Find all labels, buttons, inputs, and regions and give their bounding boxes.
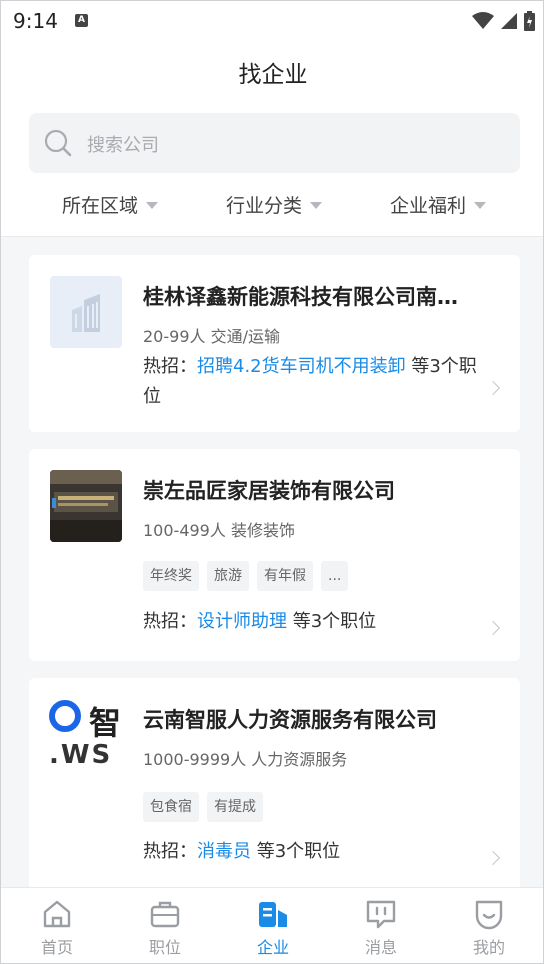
tab-companies[interactable]: 企业	[219, 888, 327, 963]
wifi-icon	[472, 12, 494, 29]
signal-icon	[501, 13, 517, 29]
hot-jobs-prefix: 热招：	[143, 356, 197, 377]
company-logo-letters: .WS	[49, 740, 113, 770]
tab-jobs[interactable]: 职位	[111, 888, 219, 963]
notification-a-icon: A	[75, 14, 88, 27]
hot-jobs: 热招：设计师助理 等3个职位	[143, 607, 493, 637]
company-icon	[259, 902, 287, 927]
home-icon	[43, 900, 71, 928]
company-logo	[50, 470, 122, 542]
company-name: 云南智服人力资源服务有限公司	[143, 708, 437, 732]
welfare-tag: 旅游	[207, 561, 249, 591]
battery-icon	[524, 11, 535, 31]
tab-companies-label: 企业	[256, 938, 289, 957]
hot-job-link[interactable]: 消毒员	[197, 841, 251, 862]
search-input[interactable]: 搜索公司	[29, 113, 520, 173]
profile-icon	[475, 900, 503, 930]
tab-profile-label: 我的	[472, 938, 505, 957]
company-logo-char: 智	[89, 704, 122, 742]
app-screen: 9:14 A 找企业 搜索公司 所在区域 行业分类 企业福利 桂林译鑫新能源科技…	[0, 0, 544, 964]
hot-jobs: 热招：招聘4.2货车司机不用装卸 等3个职位	[143, 352, 493, 412]
filter-industry[interactable]: 行业分类	[226, 191, 323, 218]
welfare-tag: 有年假	[257, 561, 313, 591]
caret-down-icon	[310, 202, 323, 209]
welfare-tags: 年终奖 旅游 有年假 ...	[143, 561, 349, 591]
divider	[1, 236, 543, 237]
status-icons	[472, 11, 535, 31]
hot-jobs: 热招：消毒员 等3个职位	[143, 837, 493, 867]
welfare-tag: 包食宿	[143, 792, 199, 822]
status-bar: 9:14 A	[1, 1, 543, 41]
company-name: 桂林译鑫新能源科技有限公司南…	[143, 285, 458, 309]
company-card[interactable]: 崇左品匠家居装饰有限公司 100-499人 装修装饰 年终奖 旅游 有年假 ..…	[29, 449, 520, 661]
company-card[interactable]: 智 .WS 云南智服人力资源服务有限公司 1000-9999人 人力资源服务 包…	[29, 678, 520, 893]
tab-home-label: 首页	[40, 938, 73, 957]
tab-profile[interactable]: 我的	[435, 888, 543, 963]
company-logo-image	[50, 470, 122, 542]
welfare-tag: 有提成	[207, 792, 263, 822]
bottom-tab-bar: 首页 职位 企业 消息 我的	[1, 887, 543, 963]
caret-down-icon	[146, 202, 159, 209]
tab-home[interactable]: 首页	[3, 888, 111, 963]
briefcase-icon	[150, 901, 180, 928]
hot-jobs-prefix: 热招：	[143, 611, 197, 632]
status-time: 9:14	[13, 9, 58, 33]
header: 找企业 搜索公司 所在区域 行业分类 企业福利	[1, 41, 543, 237]
filter-region-label: 所在区域	[62, 195, 139, 217]
building-icon	[72, 294, 100, 332]
caret-down-icon	[474, 202, 487, 209]
tab-messages-label: 消息	[364, 938, 397, 957]
hot-jobs-suffix: 等3个职位	[251, 841, 341, 862]
welfare-tags: 包食宿 有提成	[143, 792, 263, 822]
tab-messages[interactable]: 消息	[327, 888, 435, 963]
company-logo: 智 .WS	[49, 698, 125, 774]
company-meta: 20-99人 交通/运输	[143, 327, 280, 346]
search-placeholder: 搜索公司	[87, 135, 159, 156]
hot-jobs-suffix: 等3个职位	[287, 611, 377, 632]
company-logo	[50, 276, 122, 348]
hot-jobs-prefix: 热招：	[143, 841, 197, 862]
welfare-tag: 年终奖	[143, 561, 199, 591]
search-icon	[44, 129, 72, 157]
filter-industry-label: 行业分类	[226, 195, 303, 217]
company-meta: 1000-9999人 人力资源服务	[143, 750, 348, 769]
filter-region[interactable]: 所在区域	[62, 191, 159, 218]
hot-job-link[interactable]: 招聘4.2货车司机不用装卸	[197, 356, 406, 377]
company-name: 崇左品匠家居装饰有限公司	[143, 479, 395, 503]
company-meta: 100-499人 装修装饰	[143, 521, 295, 540]
page-title: 找企业	[238, 62, 308, 88]
welfare-tag-more: ...	[321, 561, 349, 591]
tab-jobs-label: 职位	[148, 938, 181, 957]
filter-welfare-label: 企业福利	[390, 195, 467, 217]
company-card[interactable]: 桂林译鑫新能源科技有限公司南… 20-99人 交通/运输 热招：招聘4.2货车司…	[29, 255, 520, 432]
message-icon	[366, 900, 396, 929]
hot-job-link[interactable]: 设计师助理	[197, 611, 287, 632]
filter-welfare[interactable]: 企业福利	[390, 191, 487, 218]
